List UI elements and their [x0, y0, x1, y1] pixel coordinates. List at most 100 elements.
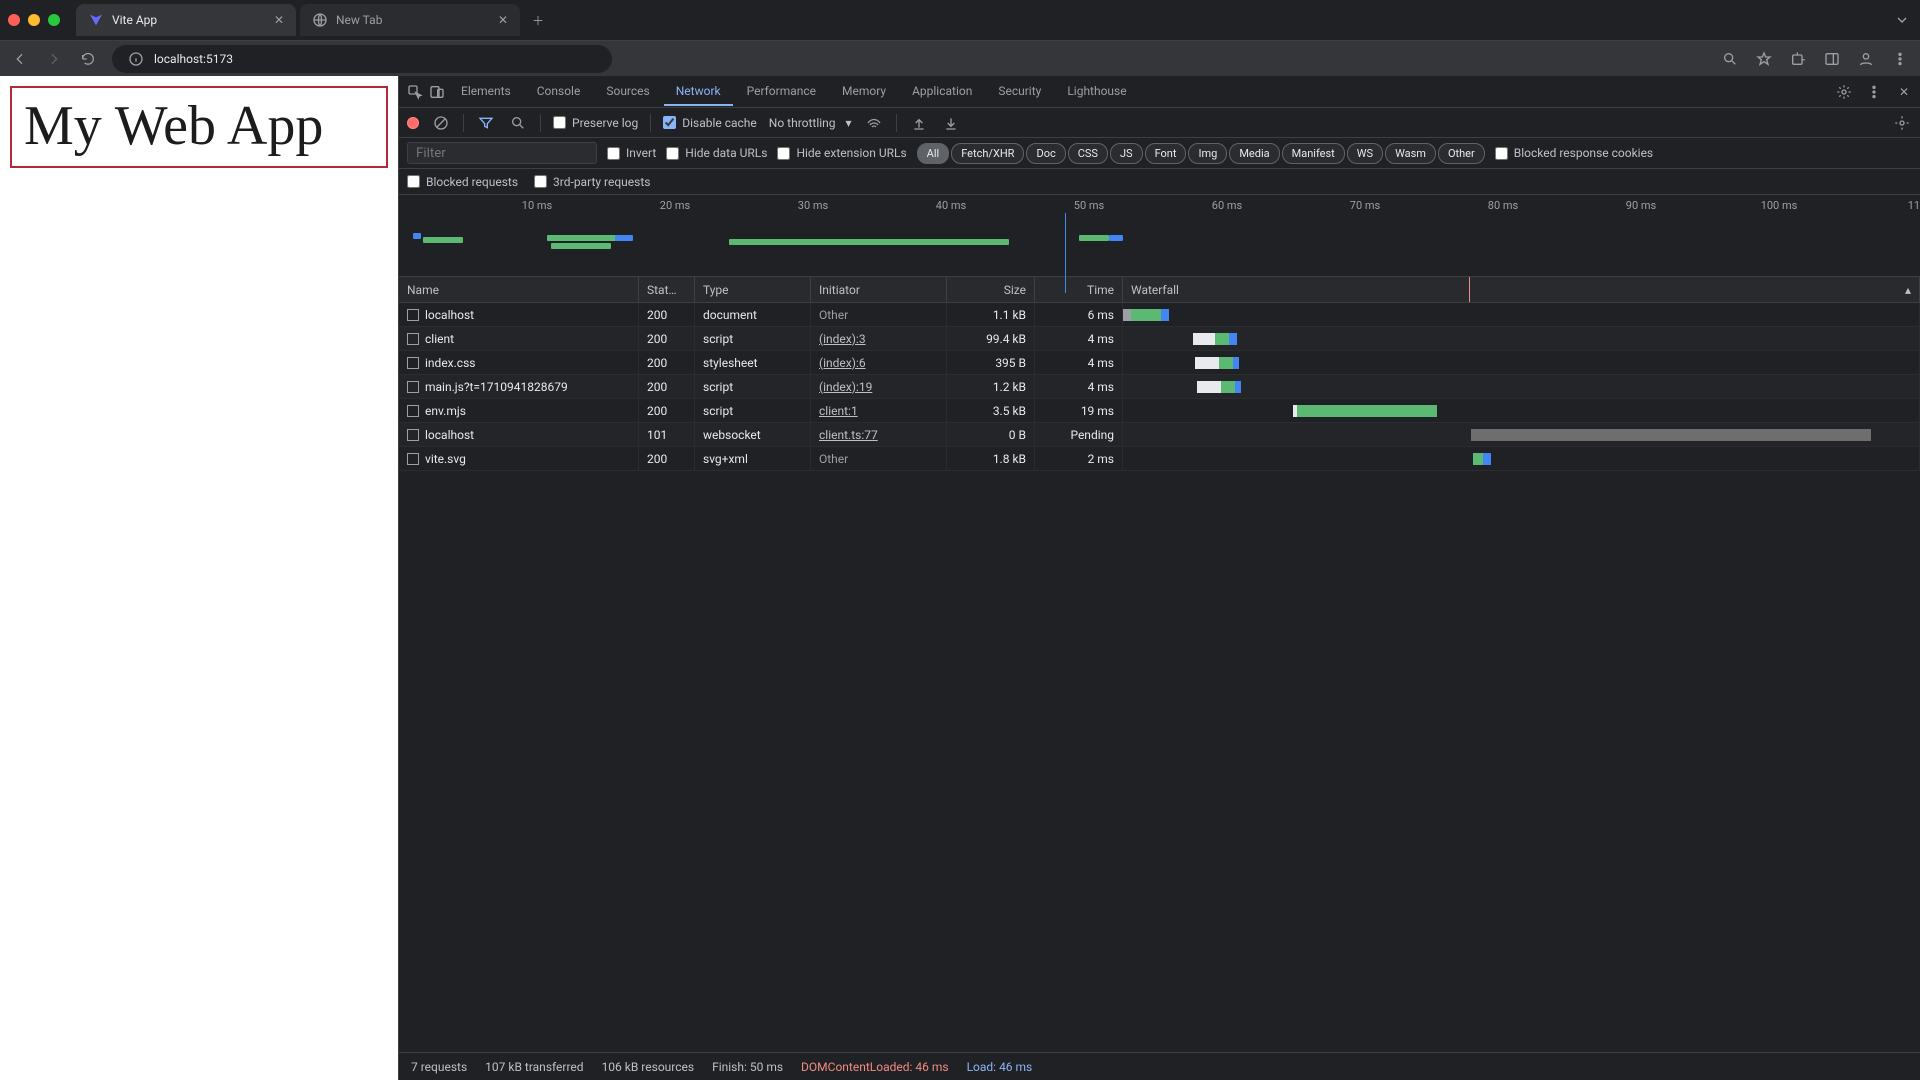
table-row[interactable]: localhost101websocketclient.ts:770 BPend… [399, 423, 1920, 447]
initiator-link[interactable]: (index):19 [819, 380, 872, 394]
type-filter-css[interactable]: CSS [1068, 143, 1108, 164]
extensions-icon[interactable] [1788, 49, 1808, 69]
bookmark-icon[interactable] [1754, 49, 1774, 69]
tab-lighthouse[interactable]: Lighthouse [1055, 78, 1138, 106]
timeline-overview[interactable]: 10 ms20 ms30 ms40 ms50 ms60 ms70 ms80 ms… [399, 195, 1920, 277]
status-requests: 7 requests [411, 1060, 467, 1074]
site-info-icon[interactable] [126, 49, 146, 69]
maximize-window-button[interactable] [48, 14, 60, 26]
profile-icon[interactable] [1856, 49, 1876, 69]
filter-input[interactable] [407, 142, 597, 164]
hide-data-urls-checkbox[interactable]: Hide data URLs [666, 146, 767, 160]
hide-extension-urls-checkbox[interactable]: Hide extension URLs [777, 146, 906, 160]
side-panel-icon[interactable] [1822, 49, 1842, 69]
filter-bar-row2: Blocked requests 3rd-party requests [399, 169, 1920, 195]
gear-icon[interactable] [1834, 82, 1854, 102]
type-filter-doc[interactable]: Doc [1026, 143, 1065, 164]
col-type[interactable]: Type [695, 277, 811, 302]
record-button[interactable] [407, 117, 419, 129]
tab-network[interactable]: Network [664, 78, 733, 106]
tab-sources[interactable]: Sources [594, 78, 661, 106]
tab-elements[interactable]: Elements [449, 78, 523, 106]
table-row[interactable]: vite.svg200svg+xmlOther1.8 kB2 ms [399, 447, 1920, 471]
table-row[interactable]: localhost200documentOther1.1 kB6 ms [399, 303, 1920, 327]
zoom-icon[interactable] [1720, 49, 1740, 69]
initiator-link[interactable]: client:1 [819, 404, 858, 418]
type-filter-ws[interactable]: WS [1347, 143, 1383, 164]
reload-button[interactable] [78, 49, 98, 69]
new-tab-button[interactable]: ＋ [524, 6, 552, 34]
disable-cache-checkbox[interactable]: Disable cache [663, 116, 757, 130]
clear-icon[interactable] [431, 113, 451, 133]
upload-har-icon[interactable] [909, 113, 929, 133]
tab-memory[interactable]: Memory [830, 78, 898, 106]
back-button[interactable] [10, 49, 30, 69]
tab-console[interactable]: Console [525, 78, 593, 106]
close-window-button[interactable] [8, 14, 20, 26]
request-type: document [695, 303, 811, 326]
col-time[interactable]: Time [1035, 277, 1123, 302]
request-time: Pending [1035, 423, 1123, 446]
type-filter-media[interactable]: Media [1229, 143, 1279, 164]
table-row[interactable]: client200script(index):399.4 kB4 ms [399, 327, 1920, 351]
forward-button[interactable] [44, 49, 64, 69]
table-row[interactable]: env.mjs200scriptclient:13.5 kB19 ms [399, 399, 1920, 423]
browser-tab-inactive[interactable]: New Tab ✕ [300, 4, 520, 36]
third-party-checkbox[interactable]: 3rd-party requests [534, 175, 650, 189]
request-time: 19 ms [1035, 399, 1123, 422]
col-waterfall[interactable]: Waterfall▴ [1123, 277, 1920, 302]
waterfall-cell [1123, 303, 1920, 326]
close-tab-icon[interactable]: ✕ [498, 13, 508, 27]
request-status: 200 [639, 375, 695, 398]
type-filter-manifest[interactable]: Manifest [1282, 143, 1345, 164]
settings-icon[interactable] [1892, 113, 1912, 133]
minimize-window-button[interactable] [28, 14, 40, 26]
invert-checkbox[interactable]: Invert [607, 146, 656, 160]
browser-tab-active[interactable]: Vite App ✕ [76, 4, 296, 36]
table-row[interactable]: main.js?t=1710941828679200script(index):… [399, 375, 1920, 399]
request-status: 101 [639, 423, 695, 446]
inspect-element-icon[interactable] [405, 82, 425, 102]
col-status[interactable]: Stat… [639, 277, 695, 302]
address-bar: localhost:5173 [0, 40, 1920, 76]
blocked-cookies-checkbox[interactable]: Blocked response cookies [1495, 146, 1653, 160]
col-initiator[interactable]: Initiator [811, 277, 947, 302]
tab-application[interactable]: Application [900, 78, 984, 106]
preserve-log-checkbox[interactable]: Preserve log [553, 116, 638, 130]
more-icon[interactable] [1864, 82, 1884, 102]
url-field[interactable]: localhost:5173 [112, 45, 612, 73]
type-filter-fetchxhr[interactable]: Fetch/XHR [951, 143, 1024, 164]
device-toolbar-icon[interactable] [427, 82, 447, 102]
type-filter-all[interactable]: All [917, 143, 950, 164]
initiator-link[interactable]: (index):3 [819, 332, 866, 346]
col-name[interactable]: Name [399, 277, 639, 302]
throttling-select[interactable]: No throttling▾ [769, 116, 852, 130]
type-filter-other[interactable]: Other [1438, 143, 1485, 164]
network-conditions-icon[interactable] [864, 113, 884, 133]
type-filter-js[interactable]: JS [1110, 143, 1143, 164]
type-filter-img[interactable]: Img [1188, 143, 1227, 164]
blocked-requests-checkbox[interactable]: Blocked requests [407, 175, 518, 189]
table-row[interactable]: index.css200stylesheet(index):6395 B4 ms [399, 351, 1920, 375]
timeline-tick: 40 ms [936, 199, 966, 212]
close-tab-icon[interactable]: ✕ [274, 13, 284, 27]
menu-icon[interactable] [1890, 49, 1910, 69]
type-filter-font[interactable]: Font [1145, 143, 1187, 164]
initiator-text: Other [819, 452, 848, 466]
search-icon[interactable] [508, 113, 528, 133]
request-status: 200 [639, 303, 695, 326]
chevron-down-icon[interactable] [1892, 10, 1912, 30]
timeline-tick: 80 ms [1488, 199, 1518, 212]
filter-icon[interactable] [476, 113, 496, 133]
request-size: 1.2 kB [947, 375, 1035, 398]
close-icon[interactable]: ✕ [1894, 82, 1914, 102]
tab-security[interactable]: Security [986, 78, 1053, 106]
download-har-icon[interactable] [941, 113, 961, 133]
initiator-link[interactable]: client.ts:77 [819, 428, 878, 442]
type-filter-wasm[interactable]: Wasm [1385, 143, 1436, 164]
tab-performance[interactable]: Performance [735, 78, 828, 106]
initiator-link[interactable]: (index):6 [819, 356, 866, 370]
request-size: 3.5 kB [947, 399, 1035, 422]
status-bar: 7 requests 107 kB transferred 106 kB res… [399, 1052, 1920, 1080]
col-size[interactable]: Size [947, 277, 1035, 302]
